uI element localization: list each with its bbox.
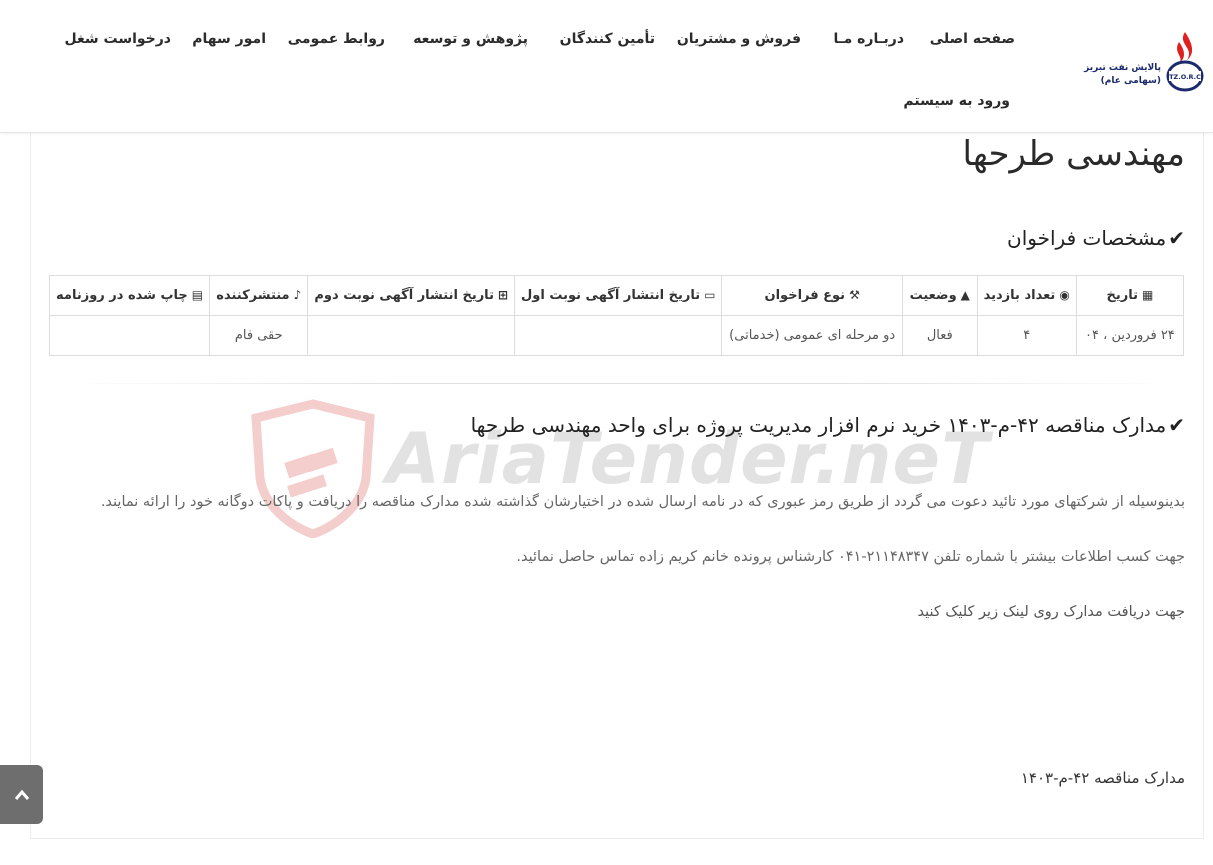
nav-jobs[interactable]: درخواست شغل <box>64 31 171 47</box>
cell-newspaper <box>48 315 211 356</box>
newspaper-icon: ▤ <box>191 288 204 302</box>
cell-pub1 <box>514 315 723 356</box>
bell-icon: ♪ <box>293 288 302 302</box>
nav-login[interactable]: ورود به سیستم <box>903 93 1010 109</box>
table-row: ۲۴ فروردین ، ۰۴ ۴ فعال دو مرحله ای عمومی… <box>48 315 1185 356</box>
th-status-label: وضعیت <box>909 288 957 303</box>
th-visits: ◉تعداد بازدید <box>976 275 1077 316</box>
page-title: مهندسی طرحها <box>962 134 1186 174</box>
brand-name: پالایش نفت تبریز (سهامی عام) <box>1084 62 1161 88</box>
th-status: ▲وضعیت <box>901 275 978 316</box>
nav-public-relations[interactable]: روابط عمومی <box>288 31 385 47</box>
tender-documents-link[interactable]: مدارک مناقصه ۴۲-م-۱۴۰۳ <box>1021 769 1185 787</box>
nav-research[interactable]: پژوهش و توسعه <box>413 31 528 47</box>
nav-home[interactable]: صفحه اصلی <box>930 31 1015 47</box>
cell-date: ۲۴ فروردین ، ۰۴ <box>1075 315 1185 356</box>
tender-spec-table: ▦تاریخ ◉تعداد بازدید ▲وضعیت ⚒نوع فراخوان… <box>48 275 1185 356</box>
cell-publisher: حقی فام <box>209 315 309 356</box>
cell-status: فعال <box>901 315 978 356</box>
th-date: ▦تاریخ <box>1075 275 1185 316</box>
calendar-plus-icon: ⊞ <box>497 288 509 302</box>
nav-shares[interactable]: امور سهام <box>192 31 266 47</box>
site-header: TZ.O.R.C پالایش نفت تبریز (سهامی عام) صف… <box>0 0 1213 133</box>
th-pub1-label: تاریخ انتشار آگهی نوبت اول <box>521 288 701 303</box>
brand-name-line2: (سهامی عام) <box>1100 76 1161 86</box>
calendar-icon: ▦ <box>1141 288 1154 302</box>
warning-icon: ▲ <box>960 288 970 302</box>
svg-text:TZ.O.R.C: TZ.O.R.C <box>1169 73 1201 81</box>
download-instruction: جهت دریافت مدارک روی لینک زیر کلیک کنید <box>917 604 1185 620</box>
table-header-row: ▦تاریخ ◉تعداد بازدید ▲وضعیت ⚒نوع فراخوان… <box>48 275 1185 316</box>
tender-title-label: مدارک مناقصه ۴۲-م-۱۴۰۳ خرید نرم افزار مد… <box>470 413 1167 437</box>
calendar-icon: ▭ <box>704 288 716 302</box>
th-newspaper: ▤چاپ شده در روزنامه <box>48 275 211 316</box>
th-type: ⚒نوع فراخوان <box>721 275 903 316</box>
flame-logo-icon: TZ.O.R.C <box>1166 32 1204 92</box>
gavel-icon: ⚒ <box>849 288 860 302</box>
cell-type: دو مرحله ای عمومی (خدماتی) <box>721 315 903 356</box>
spec-section-title: ✔ مشخصات فراخوان <box>1007 226 1185 250</box>
th-type-label: نوع فراخوان <box>764 288 846 303</box>
invitation-paragraph: بدینوسیله از شرکتهای مورد تائید دعوت می … <box>100 494 1185 510</box>
th-pub2-label: تاریخ انتشار آگهی نوبت دوم <box>314 288 494 303</box>
th-visits-label: تعداد بازدید <box>983 288 1056 303</box>
check-icon: ✔ <box>1168 413 1185 437</box>
th-newspaper-label: چاپ شده در روزنامه <box>56 288 188 303</box>
th-pub1: ▭تاریخ انتشار آگهی نوبت اول <box>514 275 723 316</box>
nav-sales[interactable]: فروش و مشتریان <box>677 31 801 47</box>
company-logo[interactable]: TZ.O.R.C پالایش نفت تبریز (سهامی عام) <box>1084 30 1205 94</box>
cell-visits: ۴ <box>976 315 1077 356</box>
cell-pub2 <box>307 315 516 356</box>
tender-section-title: ✔ مدارک مناقصه ۴۲-م-۱۴۰۳ خرید نرم افزار … <box>471 413 1185 437</box>
th-publisher-label: منتشرکننده <box>216 288 290 303</box>
th-publisher: ♪منتشرکننده <box>209 275 309 316</box>
eye-icon: ◉ <box>1059 288 1070 302</box>
nav-about[interactable]: دربـاره مـا <box>834 31 904 47</box>
contact-paragraph: جهت کسب اطلاعات بیشتر با شماره تلفن ۲۱۱۴… <box>516 549 1185 565</box>
th-pub2: ⊞تاریخ انتشار آگهی نوبت دوم <box>307 275 516 316</box>
scroll-to-top-button[interactable] <box>0 765 43 824</box>
section-divider <box>70 383 1170 384</box>
nav-suppliers[interactable]: تأمین کنندگان <box>560 31 655 47</box>
chevron-up-icon <box>14 789 29 800</box>
spec-section-label: مشخصات فراخوان <box>1007 226 1167 250</box>
check-icon: ✔ <box>1168 226 1185 250</box>
th-date-label: تاریخ <box>1106 288 1138 303</box>
brand-name-line1: پالایش نفت تبریز <box>1084 63 1161 73</box>
